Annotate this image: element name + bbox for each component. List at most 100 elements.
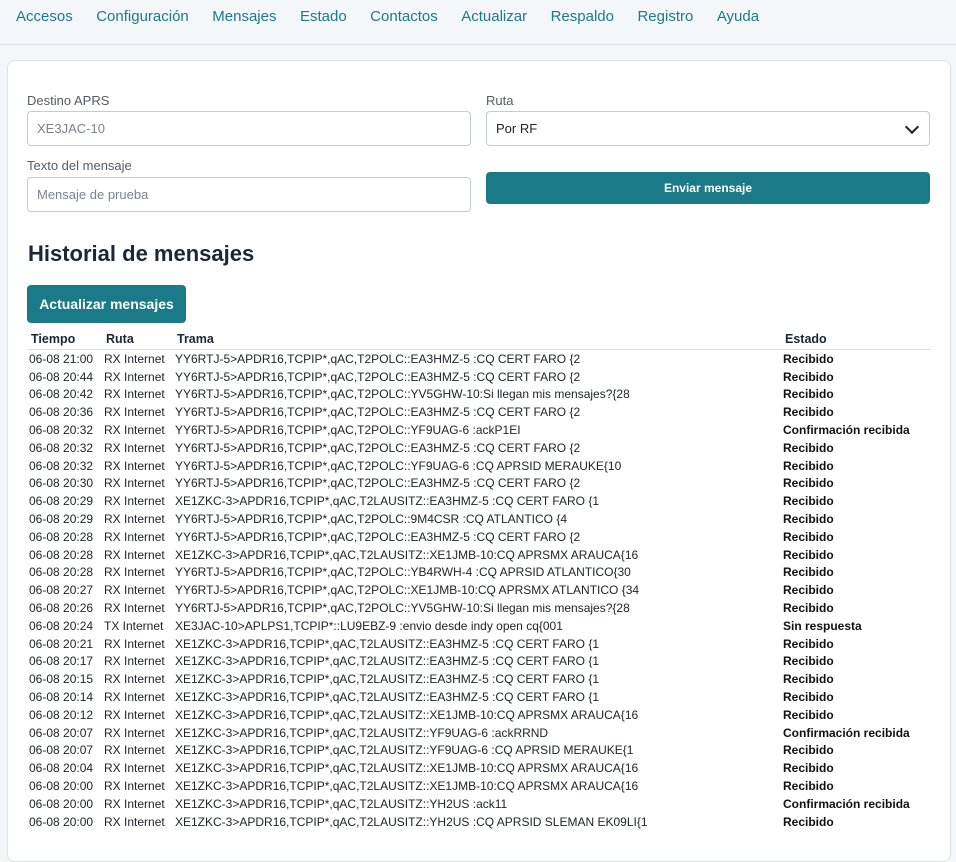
row-route: RX Internet	[104, 707, 165, 722]
row-time: 06-08 20:42	[29, 387, 94, 402]
row-status: Recibido	[783, 743, 834, 758]
row-route: RX Internet	[104, 636, 165, 651]
row-status: Recibido	[783, 565, 834, 580]
row-status: Recibido	[783, 351, 834, 366]
message-input[interactable]	[27, 177, 471, 212]
row-route: RX Internet	[104, 672, 165, 687]
row-status: Recibido	[783, 369, 834, 384]
route-select[interactable]: Por RF	[486, 111, 930, 146]
table-row: 06-08 20:07 RX Internet XE1ZKC-3>APDR16,TC…	[27, 742, 931, 760]
refresh-messages-button[interactable]: Actualizar mensajes	[27, 285, 186, 323]
row-time: 06-08 20:28	[29, 529, 94, 544]
row-time: 06-08 20:30	[29, 476, 94, 491]
nav-mensajes[interactable]: Mensajes	[212, 0, 276, 25]
row-time: 06-08 20:28	[29, 547, 94, 562]
row-time: 06-08 20:26	[29, 601, 94, 616]
row-route: TX Internet	[104, 618, 164, 633]
row-route: RX Internet	[104, 601, 165, 616]
nav-accesos[interactable]: Accesos	[16, 0, 73, 25]
route-select-value: Por RF	[496, 121, 538, 136]
row-status: Recibido	[783, 476, 834, 491]
dest-label: Destino APRS	[27, 93, 110, 108]
row-status: Recibido	[783, 761, 834, 776]
row-status: Confirmación recibida	[783, 796, 910, 811]
row-route: RX Internet	[104, 743, 165, 758]
row-status: Confirmación recibida	[783, 725, 910, 740]
row-time: 06-08 21:00	[29, 351, 94, 366]
row-frame: XE1ZKC-3>APDR16,TCPIP*,qAC,T2LAUSITZ::XE…	[175, 547, 639, 562]
row-frame: YY6RTJ-5>APDR16,TCPIP*,qAC,T2POLC::EA3HM…	[175, 405, 581, 420]
table-row: 06-08 20:12 RX Internet XE1ZKC-3>APDR16,TC…	[27, 706, 931, 724]
row-status: Recibido	[783, 405, 834, 420]
table-row: 06-08 20:27 RX Internet YY6RTJ-5>APDR16,TC…	[27, 581, 931, 599]
row-status: Recibido	[783, 458, 834, 473]
row-status: Recibido	[783, 583, 834, 598]
row-route: RX Internet	[104, 761, 165, 776]
row-time: 06-08 20:29	[29, 512, 94, 527]
table-row: 06-08 20:26 RX Internet YY6RTJ-5>APDR16,TC…	[27, 599, 931, 617]
row-frame: XE1ZKC-3>APDR16,TCPIP*,qAC,T2LAUSITZ::YF…	[175, 725, 549, 740]
row-frame: XE1ZKC-3>APDR16,TCPIP*,qAC,T2LAUSITZ::EA…	[175, 636, 600, 651]
nav-configuracion[interactable]: Configuración	[96, 0, 189, 25]
row-route: RX Internet	[104, 814, 165, 829]
row-route: RX Internet	[104, 405, 165, 420]
table-row: 06-08 20:29 RX Internet XE1ZKC-3>APDR16,TC…	[27, 492, 931, 510]
col-tiempo[interactable]: Tiempo	[27, 329, 102, 350]
row-time: 06-08 20:32	[29, 458, 94, 473]
row-route: RX Internet	[104, 512, 165, 527]
row-frame: YY6RTJ-5>APDR16,TCPIP*,qAC,T2POLC::EA3HM…	[175, 440, 581, 455]
row-frame: YY6RTJ-5>APDR16,TCPIP*,qAC,T2POLC::XE1JM…	[175, 583, 640, 598]
row-frame: YY6RTJ-5>APDR16,TCPIP*,qAC,T2POLC::9M4CS…	[175, 512, 568, 527]
row-status: Recibido	[783, 601, 834, 616]
row-time: 06-08 20:07	[29, 743, 94, 758]
row-route: RX Internet	[104, 458, 165, 473]
nav-estado[interactable]: Estado	[300, 0, 347, 25]
dest-input[interactable]	[27, 111, 471, 146]
row-time: 06-08 20:14	[29, 690, 94, 705]
row-frame: YY6RTJ-5>APDR16,TCPIP*,qAC,T2POLC::EA3HM…	[175, 529, 581, 544]
row-frame: YY6RTJ-5>APDR16,TCPIP*,qAC,T2POLC::EA3HM…	[175, 476, 581, 491]
table-row: 06-08 20:36 RX Internet YY6RTJ-5>APDR16,TC…	[27, 403, 931, 421]
table-row: 06-08 20:28 RX Internet YY6RTJ-5>APDR16,TC…	[27, 564, 931, 582]
row-time: 06-08 20:32	[29, 423, 94, 438]
row-time: 06-08 20:00	[29, 779, 94, 794]
nav-actualizar[interactable]: Actualizar	[461, 0, 527, 25]
row-status: Recibido	[783, 707, 834, 722]
row-frame: XE1ZKC-3>APDR16,TCPIP*,qAC,T2LAUSITZ::YF…	[175, 743, 634, 758]
table-row: 06-08 20:32 RX Internet YY6RTJ-5>APDR16,TC…	[27, 421, 931, 439]
row-time: 06-08 20:17	[29, 654, 94, 669]
row-status: Sin respuesta	[783, 618, 862, 633]
text-label: Texto del mensaje	[27, 158, 132, 173]
nav-respaldo[interactable]: Respaldo	[551, 0, 614, 25]
history-title: Historial de mensajes	[28, 241, 255, 266]
row-time: 06-08 20:29	[29, 494, 94, 509]
col-trama[interactable]: Trama	[173, 329, 781, 350]
send-message-button[interactable]: Enviar mensaje	[486, 172, 930, 204]
table-row: 06-08 20:24 TX Internet XE3JAC-10>APLPS1,T…	[27, 617, 931, 635]
row-frame: XE1ZKC-3>APDR16,TCPIP*,qAC,T2LAUSITZ::YH…	[175, 796, 508, 811]
row-route: RX Internet	[104, 565, 165, 580]
row-time: 06-08 20:07	[29, 725, 94, 740]
row-status: Confirmación recibida	[783, 423, 910, 438]
row-frame: YY6RTJ-5>APDR16,TCPIP*,qAC,T2POLC::YF9UA…	[175, 423, 521, 438]
nav-contactos[interactable]: Contactos	[370, 0, 438, 25]
nav-registro[interactable]: Registro	[637, 0, 693, 25]
row-time: 06-08 20:36	[29, 405, 94, 420]
row-time: 06-08 20:28	[29, 565, 94, 580]
table-row: 06-08 21:00 RX Internet YY6RTJ-5>APDR16,TC…	[27, 350, 931, 368]
row-time: 06-08 20:04	[29, 761, 94, 776]
route-label: Ruta	[486, 93, 514, 108]
row-status: Recibido	[783, 529, 834, 544]
row-status: Recibido	[783, 512, 834, 527]
row-status: Recibido	[783, 779, 834, 794]
table-row: 06-08 20:29 RX Internet YY6RTJ-5>APDR16,TC…	[27, 510, 931, 528]
row-frame: YY6RTJ-5>APDR16,TCPIP*,qAC,T2POLC::EA3HM…	[175, 351, 581, 366]
row-time: 06-08 20:24	[29, 618, 94, 633]
col-estado[interactable]: Estado	[781, 329, 931, 350]
col-ruta[interactable]: Ruta	[102, 329, 173, 350]
row-route: RX Internet	[104, 494, 165, 509]
table-row: 06-08 20:42 RX Internet YY6RTJ-5>APDR16,TC…	[27, 386, 931, 404]
nav-ayuda[interactable]: Ayuda	[717, 0, 759, 25]
row-route: RX Internet	[104, 583, 165, 598]
row-route: RX Internet	[104, 690, 165, 705]
